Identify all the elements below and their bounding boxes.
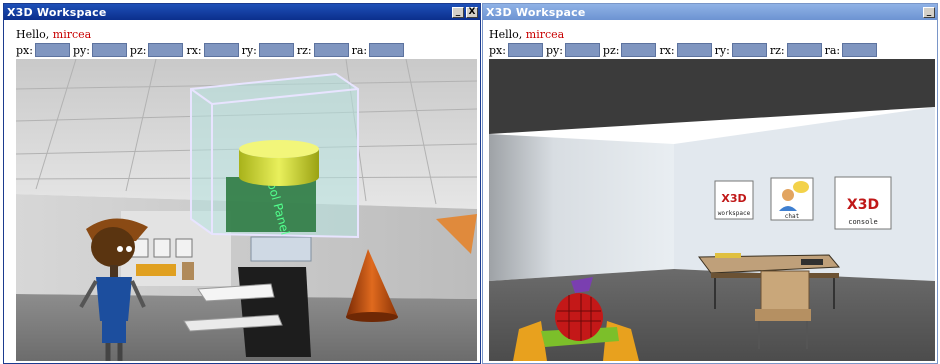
far-desk [136,264,176,276]
pz-label: pz: [129,43,147,57]
minimize-button[interactable]: _ [923,6,935,18]
poster-3 [175,238,193,258]
py-field[interactable] [564,43,600,57]
close-button[interactable]: X [466,6,478,18]
ry-label: ry: [241,43,257,57]
ra-field[interactable] [369,43,405,57]
ra-field[interactable] [842,43,878,57]
py-field[interactable] [91,43,127,57]
robot-head [555,293,603,341]
rz-field[interactable] [313,43,349,57]
minimize-button[interactable]: _ [452,6,464,18]
poster-logo: X3D [847,197,879,213]
rx-label: rx: [659,43,675,57]
pz-label: pz: [602,43,620,57]
x3d-workspace-window-right: X3D Workspace _ Hello, mircea px: py: pz… [482,3,938,364]
x3d-workspace-window-left: X3D Workspace _ X Hello, mircea px: py: … [3,3,481,364]
poster-chat: chat [770,177,814,221]
stand [238,267,311,357]
greeting-prefix: Hello, [489,28,523,41]
poster-logo: X3D [721,192,746,205]
poster-workspace: X3D workspace [714,180,754,220]
greeting: Hello, mircea [16,28,91,41]
rx-label: rx: [186,43,202,57]
pz-field[interactable] [148,43,184,57]
side-wall [489,134,674,281]
wall-screens [250,236,312,262]
greeting: Hello, mircea [489,28,564,41]
window-title: X3D Workspace [7,5,107,19]
px-field[interactable] [34,43,70,57]
rz-field[interactable] [786,43,822,57]
user-icon [782,189,794,201]
cylinder-top [239,140,319,158]
pz-field[interactable] [621,43,657,57]
rz-label: rz: [769,43,785,57]
px-label: px: [489,43,506,57]
window-title: X3D Workspace [486,5,586,19]
far-chair [182,262,194,280]
rx-field[interactable] [203,43,239,57]
x3d-viewport[interactable]: X3D workspace chat X3D console [489,59,935,361]
scene-3d: X3D workspace chat X3D console [489,59,935,361]
ra-label: ra: [351,43,368,57]
poster-2 [153,238,171,258]
rz-label: rz: [296,43,312,57]
greeting-prefix: Hello, [16,28,50,41]
py-label: py: [545,43,563,57]
coordinate-fields: px: py: pz: rx: ry: rz: ra: [16,43,407,57]
ry-field[interactable] [731,43,767,57]
px-field[interactable] [507,43,543,57]
scene-3d: Tool Panel [16,59,477,361]
rx-field[interactable] [676,43,712,57]
x3d-viewport[interactable]: Tool Panel [16,59,477,361]
ra-label: ra: [824,43,841,57]
poster-caption: chat [785,213,800,220]
poster-caption: console [848,218,878,226]
user-name: mircea [525,28,565,41]
ry-field[interactable] [258,43,294,57]
px-label: px: [16,43,33,57]
title-bar[interactable]: X3D Workspace _ X [4,4,480,20]
user-name: mircea [52,28,92,41]
coordinate-fields: px: py: pz: rx: ry: rz: ra: [489,43,880,57]
ry-label: ry: [714,43,730,57]
poster-console: X3D console [834,176,892,230]
speech-bubble-icon [793,181,809,193]
py-label: py: [72,43,90,57]
poster-caption: workspace [718,210,751,217]
title-bar[interactable]: X3D Workspace _ [483,4,937,20]
